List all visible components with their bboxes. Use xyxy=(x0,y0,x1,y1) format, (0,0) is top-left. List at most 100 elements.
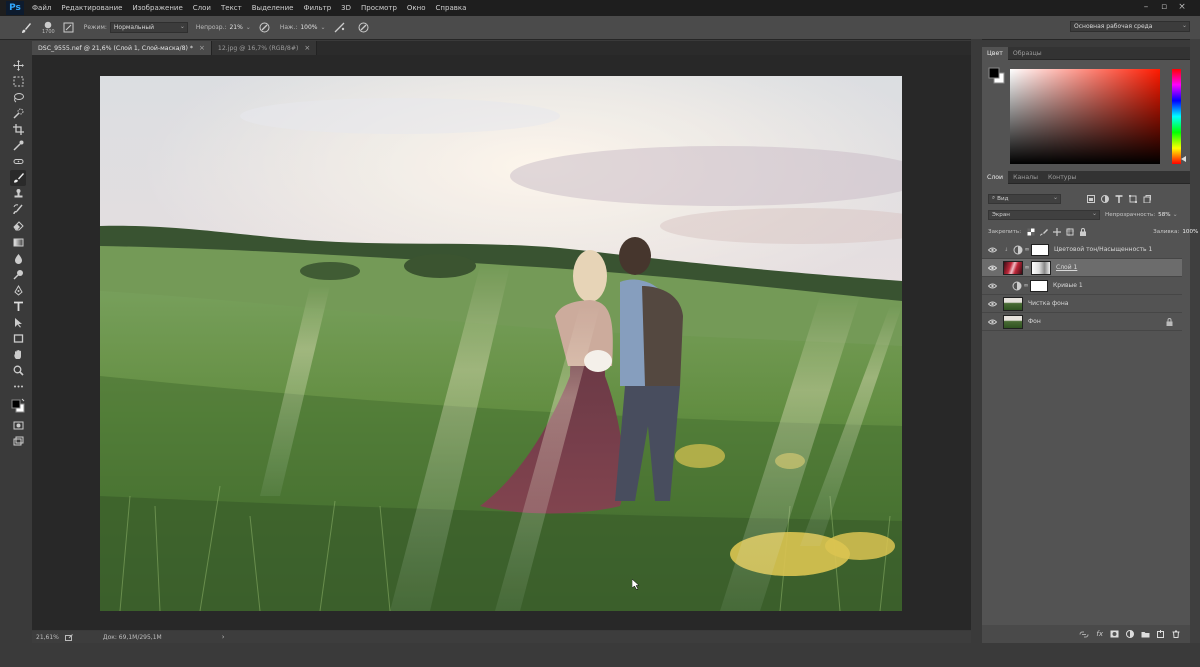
lock-image-pixels-icon[interactable] xyxy=(1040,228,1049,236)
lock-position-icon[interactable] xyxy=(1053,227,1062,236)
link-layers-icon[interactable] xyxy=(1079,630,1089,638)
close-window-icon[interactable]: × xyxy=(1176,2,1188,13)
link-chain-icon[interactable]: ∞ xyxy=(1024,246,1030,253)
airbrush-icon[interactable] xyxy=(334,22,346,33)
healing-brush-tool-icon[interactable] xyxy=(10,154,26,170)
maximize-icon[interactable]: ▫ xyxy=(1158,2,1170,13)
layer-background[interactable]: Фон xyxy=(982,313,1182,331)
foreground-background-color-icon[interactable] xyxy=(988,66,1006,86)
clone-stamp-tool-icon[interactable] xyxy=(10,186,26,202)
menu-view[interactable]: Просмотр xyxy=(356,4,402,12)
menu-filter[interactable]: Фильтр xyxy=(298,4,336,12)
tab-dsc-9555[interactable]: DSC_9555.nef @ 21,6% (Слой 1, Слой-маска… xyxy=(32,41,212,55)
menu-text[interactable]: Текст xyxy=(216,4,247,12)
workspace-select[interactable]: Основная рабочая среда ⌄ xyxy=(1070,21,1190,32)
layer-opacity-value[interactable]: 58% xyxy=(1158,212,1170,218)
layer-filter-select[interactable]: ⌕ Вид ⌄ xyxy=(988,193,1061,204)
chevron-down-icon[interactable]: ⌄ xyxy=(1173,211,1178,218)
pen-tool-icon[interactable] xyxy=(10,282,26,298)
hue-slider-handle-icon[interactable] xyxy=(1181,156,1186,162)
tab-12-jpg[interactable]: 12.jpg @ 16,7% (RGB/8#) × xyxy=(211,41,318,55)
pressure-opacity-icon[interactable] xyxy=(259,22,270,33)
layer-thumbnail[interactable] xyxy=(1003,314,1023,329)
new-group-icon[interactable] xyxy=(1141,631,1150,638)
color-picker-field[interactable] xyxy=(1010,69,1160,164)
path-selection-tool-icon[interactable] xyxy=(10,315,26,331)
add-mask-icon[interactable] xyxy=(1110,630,1119,638)
eye-visibility-icon[interactable] xyxy=(986,301,998,307)
zoom-level[interactable]: 21,61% xyxy=(36,634,59,641)
gradient-tool-icon[interactable] xyxy=(10,234,26,250)
layer-name[interactable]: Фон xyxy=(1028,318,1041,325)
layer-mask-thumbnail[interactable] xyxy=(1031,260,1051,275)
screen-mode-icon[interactable] xyxy=(10,433,26,449)
delete-layer-icon[interactable] xyxy=(1172,630,1180,638)
menu-3d[interactable]: 3D xyxy=(336,4,356,12)
canvas-area[interactable] xyxy=(32,55,971,630)
layer-mask-thumbnail[interactable] xyxy=(1031,243,1049,256)
filter-type-icon[interactable] xyxy=(1115,194,1123,203)
menu-file[interactable]: Файл xyxy=(27,4,56,12)
tab-channels[interactable]: Каналы xyxy=(1008,171,1043,184)
quick-mask-icon[interactable] xyxy=(10,417,26,433)
layer-blend-mode-select[interactable]: Экран ⌄ xyxy=(988,209,1100,220)
blend-mode-select[interactable]: Нормальный ⌄ xyxy=(109,22,188,33)
pressure-size-icon[interactable] xyxy=(358,22,369,33)
brush-settings-icon[interactable] xyxy=(63,22,74,33)
layer-sloi-1[interactable]: ∞ Слой 1 xyxy=(982,259,1182,277)
chevron-right-icon[interactable]: › xyxy=(222,633,225,641)
pressure-value[interactable]: 100% xyxy=(300,24,317,31)
filter-shape-icon[interactable] xyxy=(1129,194,1137,203)
layer-name[interactable]: Чистка фона xyxy=(1028,300,1068,307)
blur-tool-icon[interactable] xyxy=(10,250,26,266)
tab-swatches[interactable]: Образцы xyxy=(1008,47,1047,60)
dodge-tool-icon[interactable] xyxy=(10,266,26,282)
filter-adjustment-icon[interactable] xyxy=(1101,194,1109,203)
eyedropper-tool-icon[interactable] xyxy=(10,137,26,153)
link-chain-icon[interactable]: ∞ xyxy=(1023,282,1029,289)
brush-preset-picker[interactable]: 1700 xyxy=(42,21,55,35)
link-chain-icon[interactable]: ∞ xyxy=(1024,264,1030,271)
layer-thumbnail[interactable] xyxy=(1003,260,1023,275)
fill-value[interactable]: 100% xyxy=(1182,229,1198,235)
export-icon[interactable] xyxy=(64,633,73,641)
more-tools-icon[interactable] xyxy=(10,379,26,395)
eye-visibility-icon[interactable] xyxy=(986,265,998,271)
layer-name[interactable]: Кривые 1 xyxy=(1053,282,1083,289)
menu-edit[interactable]: Редактирование xyxy=(56,4,127,12)
hue-slider[interactable] xyxy=(1172,69,1181,164)
eye-visibility-icon[interactable] xyxy=(986,283,998,289)
zoom-tool-icon[interactable] xyxy=(10,363,26,379)
layer-curves-1[interactable]: ∞ Кривые 1 xyxy=(982,277,1182,295)
eye-visibility-icon[interactable] xyxy=(986,247,998,253)
layer-name[interactable]: Цветовой тон/Насыщенность 1 xyxy=(1054,246,1152,253)
layer-style-icon[interactable]: fx xyxy=(1096,630,1103,638)
new-layer-icon[interactable] xyxy=(1157,630,1165,638)
lasso-tool-icon[interactable] xyxy=(10,89,26,105)
eraser-tool-icon[interactable] xyxy=(10,218,26,234)
rectangle-tool-icon[interactable] xyxy=(10,331,26,347)
close-tab-icon[interactable]: × xyxy=(304,44,310,52)
foreground-background-color-icon[interactable] xyxy=(10,395,26,417)
chevron-down-icon[interactable]: ⌄ xyxy=(246,24,251,31)
chevron-down-icon[interactable]: ⌄ xyxy=(321,24,326,31)
tab-layers[interactable]: Слои xyxy=(982,170,1009,184)
lock-transparent-pixels-icon[interactable] xyxy=(1027,228,1035,236)
brush-tool-icon[interactable] xyxy=(20,22,32,34)
type-tool-icon[interactable] xyxy=(10,298,26,314)
history-brush-tool-icon[interactable] xyxy=(10,202,26,218)
quick-selection-tool-icon[interactable] xyxy=(10,105,26,121)
close-tab-icon[interactable]: × xyxy=(199,44,205,52)
tab-paths[interactable]: Контуры xyxy=(1043,171,1081,184)
layer-name[interactable]: Слой 1 xyxy=(1056,264,1077,271)
brush-tool-icon[interactable] xyxy=(10,169,26,186)
minimize-icon[interactable]: – xyxy=(1140,2,1152,13)
menu-image[interactable]: Изображение xyxy=(127,4,187,12)
marquee-tool-icon[interactable] xyxy=(10,73,26,89)
layer-mask-thumbnail[interactable] xyxy=(1030,279,1048,292)
filter-smart-object-icon[interactable] xyxy=(1143,194,1151,203)
layer-hue-saturation[interactable]: ↓ ∞ Цветовой тон/Насыщенность 1 xyxy=(982,241,1182,259)
move-tool-icon[interactable] xyxy=(10,57,26,73)
layer-thumbnail[interactable] xyxy=(1003,296,1023,311)
hand-tool-icon[interactable] xyxy=(10,347,26,363)
